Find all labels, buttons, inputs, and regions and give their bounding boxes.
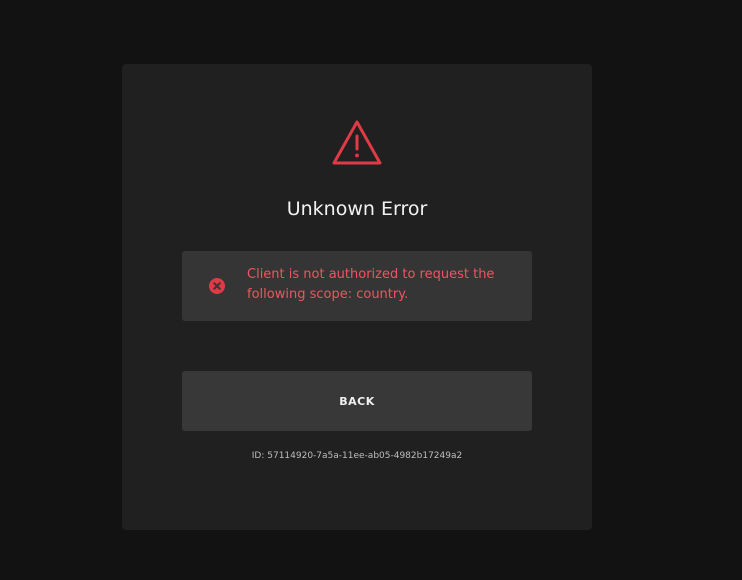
error-message: Client is not authorized to request the … [247, 267, 495, 302]
back-button[interactable]: BACK [182, 371, 532, 431]
warning-triangle-icon [332, 120, 382, 165]
request-id: ID: 57114920-7a5a-11ee-ab05-4982b17249a2 [251, 451, 463, 461]
error-card: Unknown Error Client is not authorized t… [122, 64, 592, 530]
error-circle-icon [209, 278, 225, 294]
error-alert: Client is not authorized to request the … [182, 251, 532, 321]
error-title: Unknown Error [286, 198, 428, 220]
